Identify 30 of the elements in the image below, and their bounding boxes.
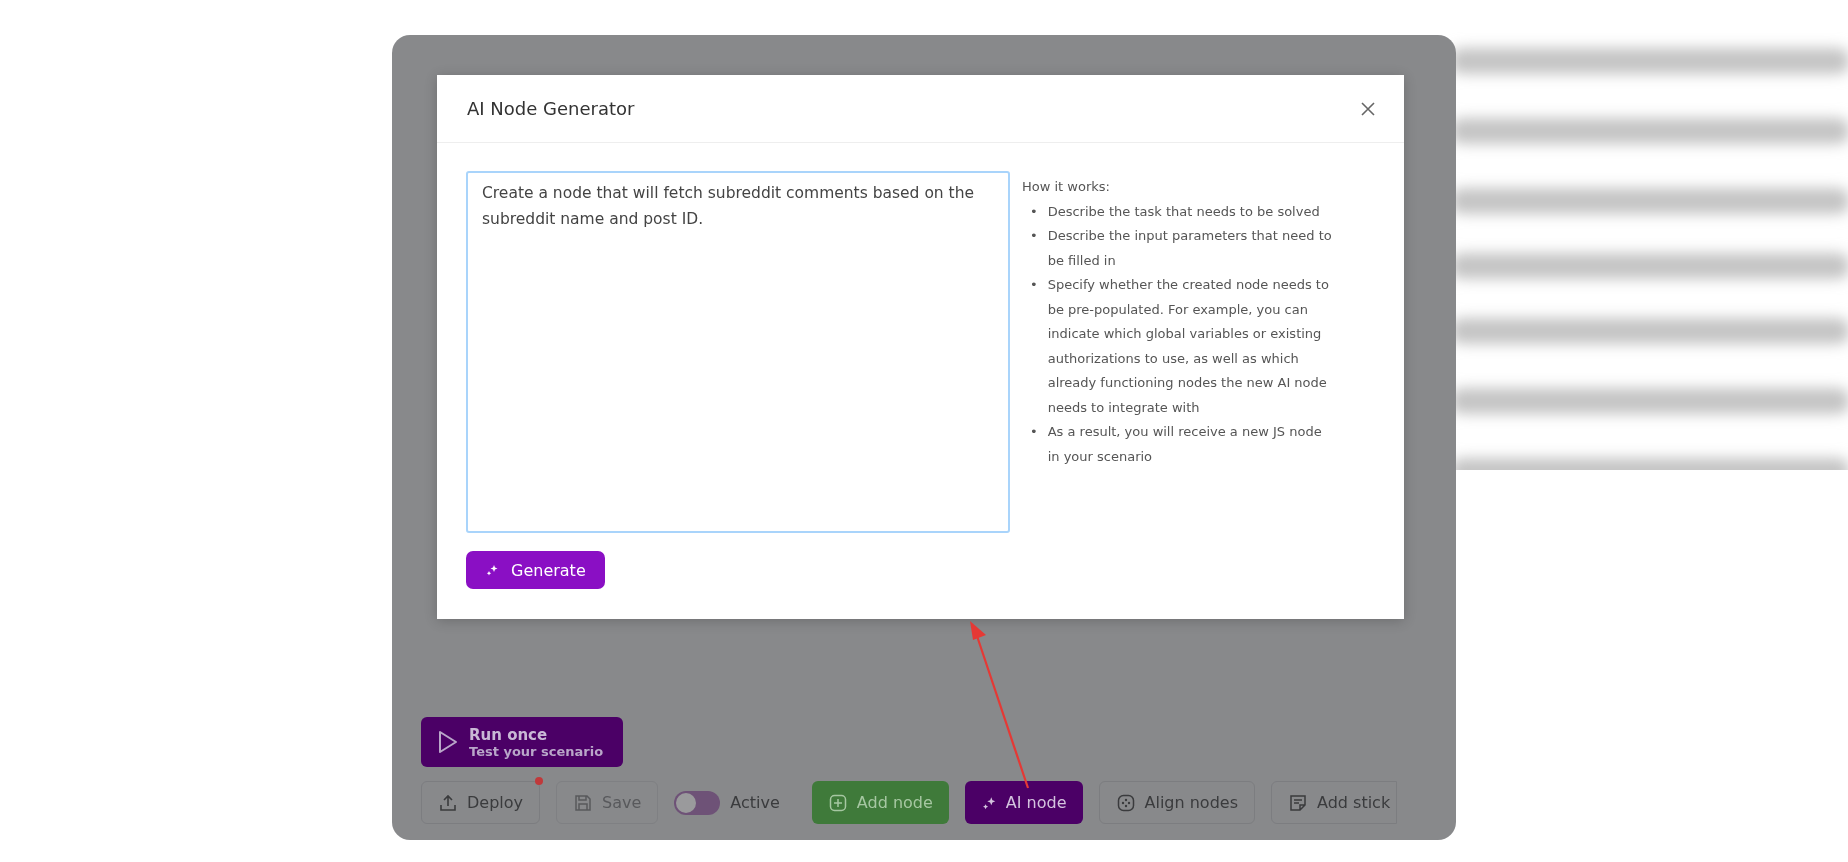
toolbar-button[interactable]: AI node xyxy=(964,781,1083,824)
run-once-button[interactable]: Run once Test your scenario xyxy=(421,717,623,767)
play-icon xyxy=(437,729,459,755)
generate-button[interactable]: Generate xyxy=(466,551,605,589)
save-icon xyxy=(573,792,594,813)
toolbar-button[interactable]: Add node xyxy=(811,781,949,824)
bullet: • xyxy=(1030,202,1038,221)
toolbar-button[interactable]: Align nodes xyxy=(1098,781,1255,824)
notification-dot xyxy=(535,777,544,785)
toolbar-button[interactable]: Add stick xyxy=(1271,781,1398,824)
note-icon xyxy=(1288,792,1308,813)
dots-icon xyxy=(1115,792,1136,813)
bullet: • xyxy=(1030,276,1038,294)
toggle-label: Active xyxy=(730,793,780,812)
bullet: • xyxy=(1030,423,1038,441)
help-item: Describe the task that needs to be solved xyxy=(1047,202,1320,221)
help-item: Specify whether the created node needs to be pre-populated. For example, you can indicate which global variables or existing authorizations to use, as well as which already functioning nodes the new AI node needs to integrate with xyxy=(1047,276,1330,417)
help-heading: How it works: xyxy=(1022,178,1111,196)
help-item: As a result, you will receive a new JS node in your scenario xyxy=(1047,423,1323,466)
prompt-field[interactable]: Create a node that will fetch subreddit comments based on the subreddit name and post ID. xyxy=(466,171,1010,533)
run-once-title: Run once xyxy=(469,725,549,744)
active-toggle[interactable] xyxy=(674,790,721,815)
sparkle-icon xyxy=(485,563,499,577)
upload-icon xyxy=(438,792,458,813)
run-once-subtitle: Test your scenario xyxy=(469,743,604,759)
bullet: • xyxy=(1030,227,1038,245)
help-item: Describe the input parameters that need to be filled in xyxy=(1047,227,1333,270)
plus-icon xyxy=(827,792,848,813)
close-icon[interactable] xyxy=(1360,100,1376,117)
dialog-title: AI Node Generator xyxy=(467,98,635,119)
